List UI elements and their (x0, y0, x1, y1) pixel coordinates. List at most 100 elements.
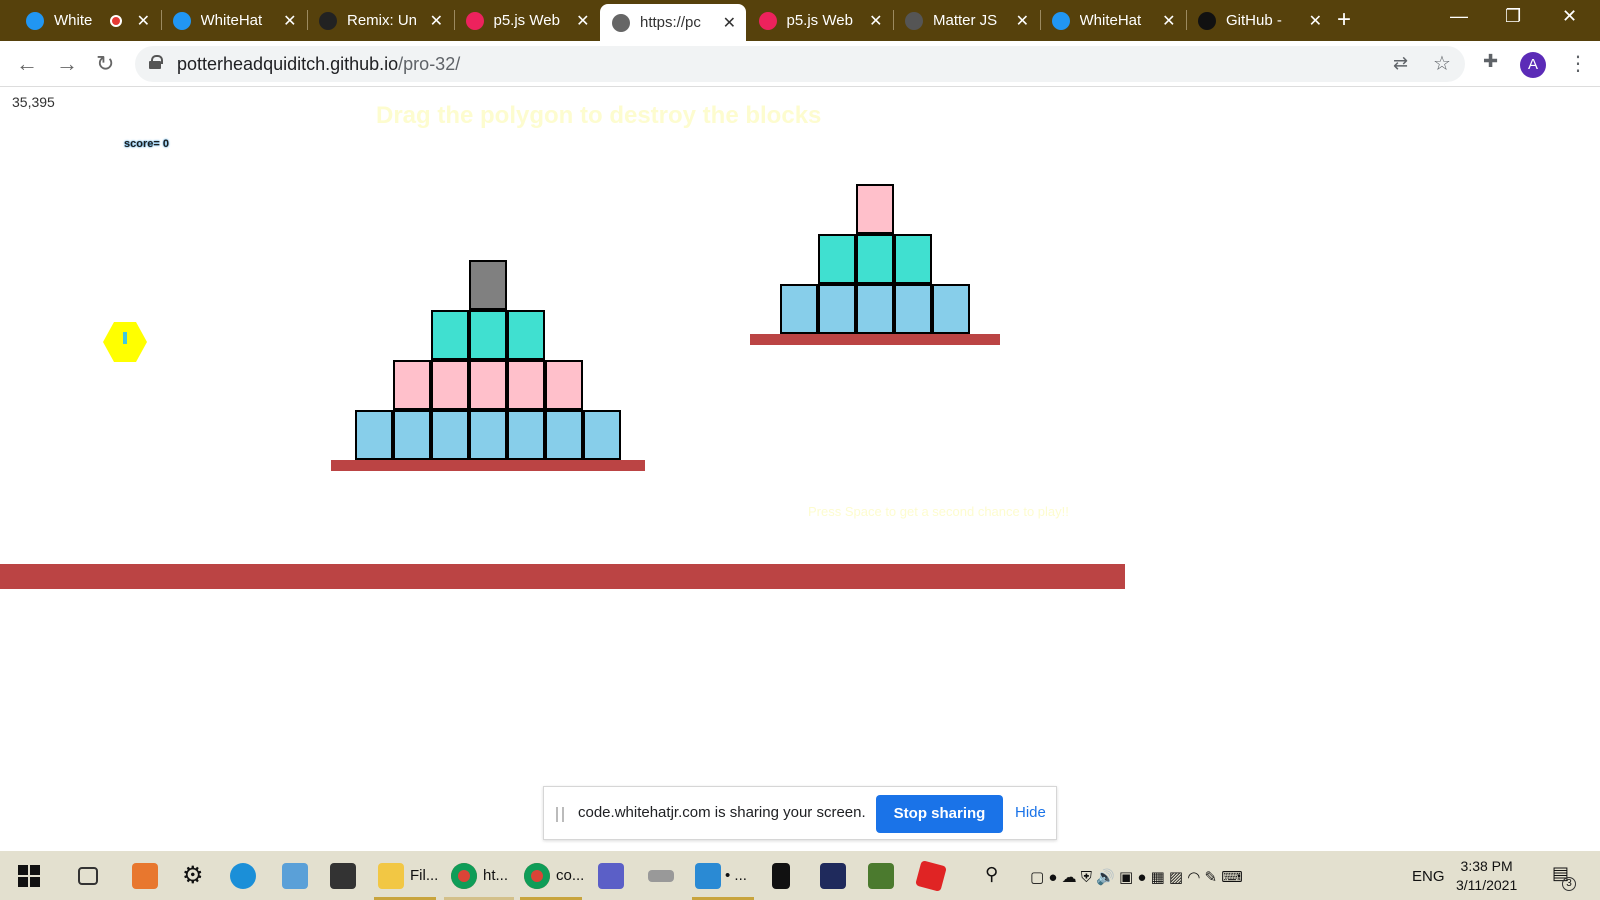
task-view-icon[interactable] (78, 861, 98, 890)
close-tab-icon[interactable]: ✕ (430, 11, 443, 31)
minimize-icon[interactable]: — (1450, 6, 1468, 27)
close-tab-icon[interactable]: ✕ (283, 11, 296, 31)
url-text: potterheadquiditch.github.io/pro-32/ (177, 54, 461, 74)
block-turquoise[interactable] (507, 310, 545, 360)
taskbar-item-chrome-2[interactable]: co... (524, 861, 584, 890)
second-chance-hint: Press Space to get a second chance to pl… (808, 504, 1069, 519)
laptop-icon[interactable] (282, 861, 308, 890)
teams-icon[interactable] (598, 861, 624, 890)
notification-count: 3 (1562, 877, 1576, 891)
whitehat-icon (1051, 11, 1070, 30)
system-tray-icons[interactable]: ▢ ● ☁ ⛨ 🔊 ▣ ● ▦ ▨ ◠ ✎ ⌨ (1030, 868, 1243, 886)
tab-6[interactable]: p5.js Web ✕ (747, 0, 893, 41)
settings-gear-icon[interactable]: ⚙ (182, 861, 204, 890)
edge-icon[interactable] (230, 861, 256, 890)
block-pink[interactable] (856, 184, 894, 234)
store-icon[interactable] (330, 861, 356, 890)
close-tab-icon[interactable]: ✕ (576, 11, 589, 31)
menu-icon[interactable]: ⋮ (1568, 51, 1588, 76)
block-blue[interactable] (469, 410, 507, 460)
reload-icon[interactable]: ↻ (96, 51, 114, 77)
browser-toolbar: ← → ↻ potterheadquiditch.github.io/pro-3… (0, 41, 1600, 87)
roblox-icon[interactable] (915, 859, 947, 892)
taskbar-item-chrome-1[interactable]: ht... (451, 861, 508, 890)
hide-button[interactable]: Hide (1015, 804, 1046, 821)
tab-5[interactable]: https://pc ✕ (600, 4, 746, 41)
tab-9[interactable]: GitHub - ✕ (1186, 0, 1332, 41)
chrome-icon (524, 862, 550, 889)
extensions-icon[interactable]: ✚ (1483, 51, 1498, 72)
score-label: score= 0 (124, 138, 169, 150)
translate-icon[interactable]: ⇄ (1393, 53, 1408, 74)
new-tab-button[interactable]: + (1337, 6, 1351, 34)
block-blue[interactable] (393, 410, 431, 460)
block-grey[interactable] (469, 260, 507, 310)
clock[interactable]: 3:38 PM 3/11/2021 (1456, 857, 1517, 895)
block-pink[interactable] (393, 360, 431, 410)
bookmark-star-icon[interactable]: ☆ (1433, 51, 1451, 76)
block-blue[interactable] (932, 284, 970, 334)
block-blue[interactable] (780, 284, 818, 334)
minecraft-icon[interactable] (868, 861, 894, 890)
start-icon[interactable] (18, 861, 40, 890)
address-bar[interactable]: potterheadquiditch.github.io/pro-32/ ⇄ ☆ (135, 46, 1465, 82)
stop-sharing-button[interactable]: Stop sharing (876, 795, 1003, 833)
screen-share-bar: code.whitehatjr.com is sharing your scre… (543, 786, 1057, 840)
block-blue[interactable] (583, 410, 621, 460)
github-icon (1198, 11, 1216, 30)
close-tab-icon[interactable]: ✕ (869, 11, 882, 31)
block-blue[interactable] (355, 410, 393, 460)
tab-8[interactable]: WhiteHat ✕ (1040, 0, 1186, 41)
page-content: 35,395 Drag the polygon to destroy the b… (0, 88, 1600, 848)
app-icon[interactable] (772, 861, 790, 890)
main-ground (0, 564, 1125, 589)
vscode-icon[interactable]: • ... (695, 861, 747, 890)
globe-icon (612, 13, 630, 32)
amazon-music-icon[interactable] (820, 861, 846, 890)
block-pink[interactable] (469, 360, 507, 410)
people-icon[interactable]: ⚲ (985, 864, 998, 885)
lock-icon (149, 55, 163, 69)
block-blue[interactable] (894, 284, 932, 334)
close-tab-icon[interactable]: ✕ (1016, 11, 1029, 31)
polygon-highlight (123, 332, 127, 344)
whitehat-icon (172, 11, 191, 30)
block-turquoise[interactable] (431, 310, 469, 360)
sharing-text: code.whitehatjr.com is sharing your scre… (578, 804, 866, 821)
taskbar-item-label: ht... (483, 867, 509, 884)
tab-1[interactable]: White ✕ (14, 0, 160, 41)
block-blue[interactable] (856, 284, 894, 334)
block-blue[interactable] (431, 410, 469, 460)
close-tab-icon[interactable]: ✕ (723, 13, 736, 33)
close-tab-icon[interactable]: ✕ (137, 11, 150, 31)
close-tab-icon[interactable]: ✕ (1309, 11, 1322, 31)
forward-icon[interactable]: → (56, 51, 78, 77)
block-pink[interactable] (507, 360, 545, 410)
language-indicator[interactable]: ENG (1412, 868, 1445, 885)
scanner-icon[interactable] (648, 861, 674, 890)
block-turquoise[interactable] (894, 234, 932, 284)
back-icon[interactable]: ← (16, 51, 38, 77)
taskbar-item-files[interactable]: Fil... (378, 861, 438, 890)
tab-4[interactable]: p5.js Web ✕ (454, 0, 600, 41)
block-pink[interactable] (545, 360, 583, 410)
chrome-icon (451, 862, 477, 889)
restore-icon[interactable]: ❐ (1505, 6, 1521, 27)
tab-7[interactable]: Matter JS ✕ (893, 0, 1039, 41)
block-turquoise[interactable] (818, 234, 856, 284)
block-blue[interactable] (545, 410, 583, 460)
polygon-projectile[interactable] (103, 322, 147, 362)
close-tab-icon[interactable]: ✕ (1162, 11, 1175, 31)
media-player-icon[interactable] (132, 861, 158, 890)
block-pink[interactable] (431, 360, 469, 410)
profile-avatar[interactable]: A (1520, 52, 1546, 78)
tab-3[interactable]: Remix: Un ✕ (307, 0, 453, 41)
tab-2[interactable]: WhiteHat ✕ (161, 0, 307, 41)
drag-handle-icon[interactable] (556, 807, 564, 822)
block-turquoise[interactable] (856, 234, 894, 284)
block-blue[interactable] (507, 410, 545, 460)
block-blue[interactable] (818, 284, 856, 334)
clock-time: 3:38 PM (1460, 858, 1513, 874)
block-turquoise[interactable] (469, 310, 507, 360)
close-window-icon[interactable]: ✕ (1562, 6, 1577, 27)
